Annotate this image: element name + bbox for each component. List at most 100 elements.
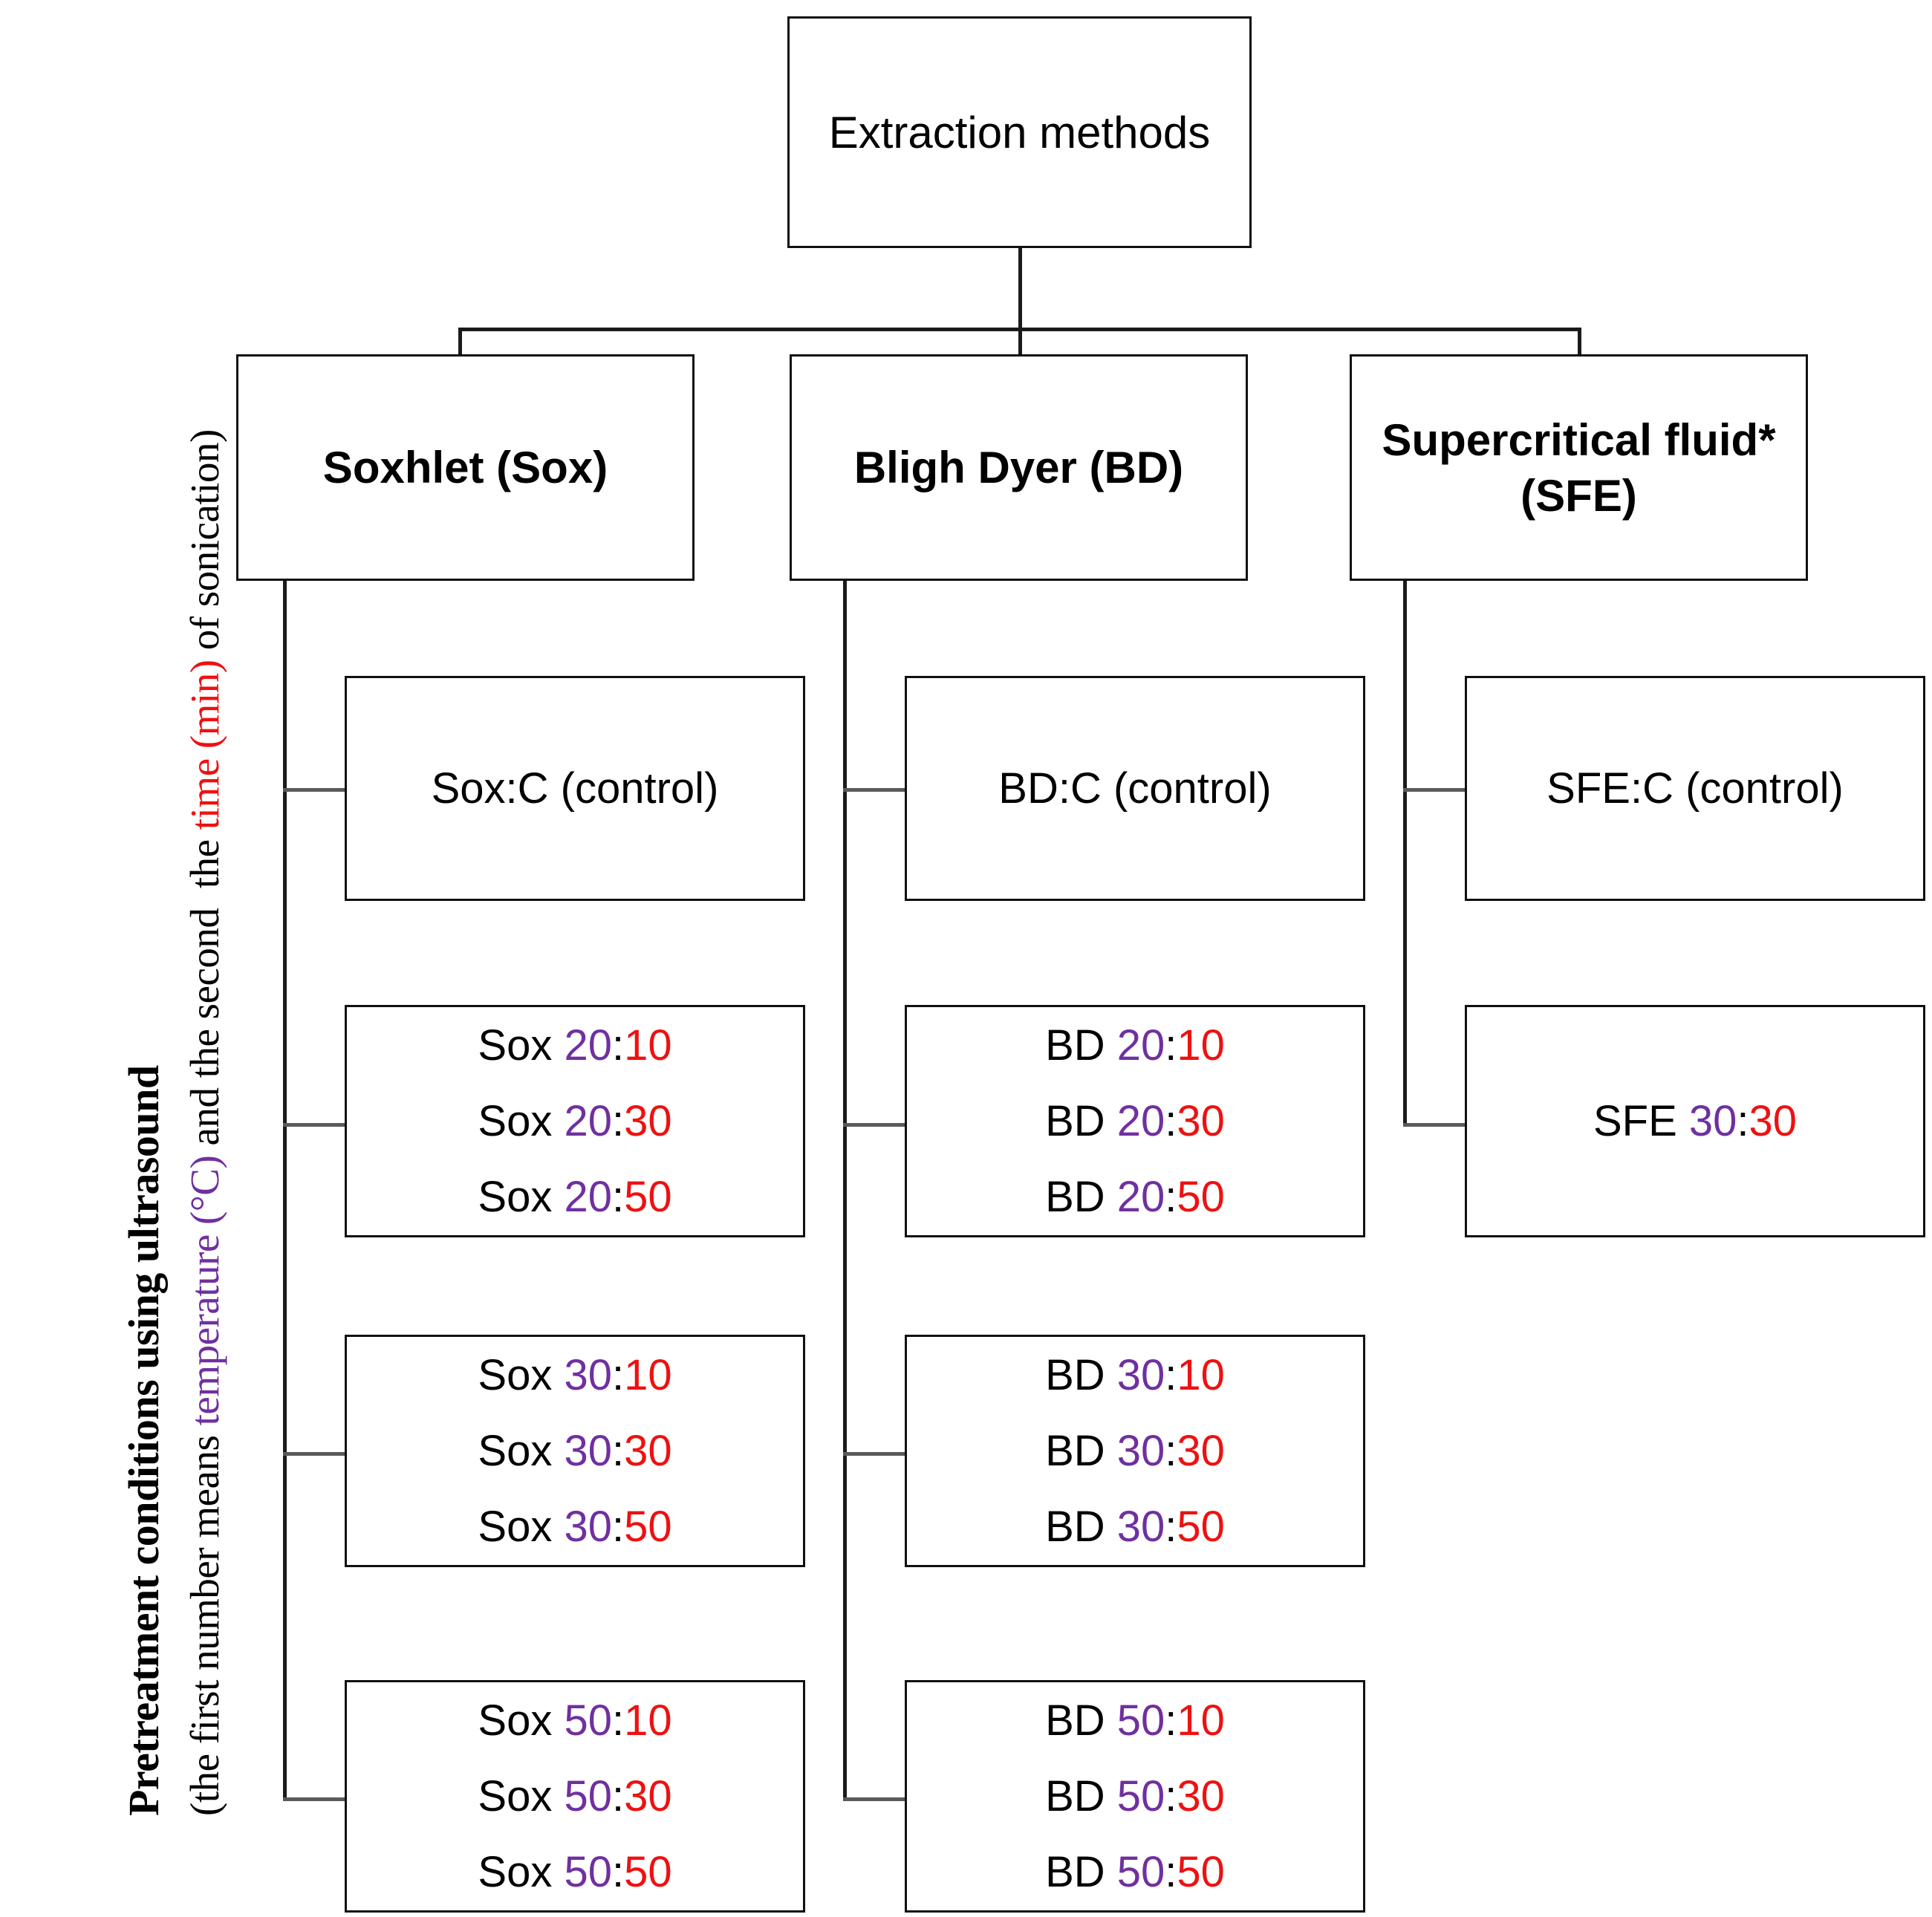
leaf-row-time: 30	[1749, 1096, 1798, 1145]
leaf-row-separator: :	[611, 1847, 625, 1896]
stub-sfe-30	[1403, 1123, 1466, 1127]
root-box-label: Extraction methods	[828, 107, 1211, 157]
method-box-supercritical-fluid[interactable]: Supercritical fluid* (SFE)	[1350, 354, 1808, 581]
stub-sox-20	[283, 1123, 346, 1127]
leaf-row-temperature: 20	[564, 1021, 612, 1070]
stub-sox-50	[283, 1797, 346, 1801]
side-caption-time: time (min)	[182, 660, 227, 830]
leaf-row-temperature: 30	[1116, 1502, 1165, 1551]
leaf-row-time: 30	[624, 1096, 672, 1145]
connector-to-sox	[458, 328, 462, 354]
stub-sox-30	[283, 1452, 346, 1456]
leaf-row-label: Sox:C (control)	[431, 764, 719, 813]
stub-sfe-control	[1403, 788, 1466, 792]
trunk-sox	[283, 579, 287, 1801]
leaf-box-sox-50[interactable]: Sox 50: 10 Sox 50:30 Sox 50:50	[345, 1680, 805, 1913]
leaf-row-temperature: 20	[1116, 1021, 1165, 1070]
leaf-box-bd-20[interactable]: BD 20:10 BD 20:30 BD 20:50	[905, 1005, 1365, 1237]
leaf-row-time: 10	[1177, 1021, 1225, 1070]
leaf-box-sox-30[interactable]: Sox 30:10 Sox 30:30 Sox 30:50	[345, 1335, 805, 1567]
leaf-row-prefix: Sox	[478, 1096, 565, 1145]
leaf-row-prefix: BD	[1045, 1426, 1117, 1475]
leaf-row-temperature: 20	[564, 1172, 612, 1221]
leaf-row-temperature: 30	[1688, 1096, 1737, 1145]
leaf-box-sfe-30[interactable]: SFE 30:30	[1465, 1005, 1925, 1237]
leaf-row-time: 50	[624, 1172, 672, 1221]
leaf-row-prefix: Sox	[478, 1696, 565, 1745]
leaf-row-temperature: 50	[564, 1771, 612, 1820]
leaf-row-prefix: Sox	[478, 1847, 565, 1896]
leaf-row-time: 50	[1177, 1847, 1225, 1896]
leaf-box-bd-control[interactable]: BD:C (control)	[905, 676, 1365, 901]
method-box-soxhlet[interactable]: Soxhlet (Sox)	[236, 354, 695, 581]
leaf-row-label: BD:C (control)	[998, 764, 1272, 813]
leaf-row-time: 50	[1177, 1172, 1225, 1221]
leaf-row-prefix: Sox	[478, 1771, 565, 1820]
leaf-row-time: 50	[1177, 1502, 1225, 1551]
leaf-row-separator: :	[611, 1502, 625, 1551]
leaf-row-separator: :	[1165, 1172, 1177, 1221]
leaf-row: Sox 20:50	[478, 1172, 672, 1221]
leaf-row-temperature: 30	[564, 1502, 612, 1551]
leaf-box-bd-30[interactable]: BD 30:10 BD 30:30 BD 30:50	[905, 1335, 1365, 1567]
leaf-row: Sox 50:30	[478, 1771, 672, 1820]
leaf-box-sox-control[interactable]: Sox:C (control)	[345, 676, 805, 901]
side-caption-prefix-2: the	[182, 830, 227, 889]
leaf-row-separator: :	[1165, 1350, 1177, 1399]
connector-root-down	[1018, 247, 1022, 330]
method-box-soxhlet-label: Soxhlet (Sox)	[322, 443, 608, 492]
method-box-sfe-label-line1: Supercritical fluid*	[1382, 414, 1776, 465]
leaf-row-separator: :	[1165, 1426, 1177, 1475]
leaf-row-separator: :	[1165, 1021, 1177, 1070]
leaf-row-separator: :	[1165, 1502, 1177, 1551]
flowchart-canvas: Pretreatment conditions using ultrasound…	[0, 0, 1932, 1917]
leaf-row: BD 20:50	[1045, 1172, 1225, 1221]
leaf-row-temperature: 30	[1116, 1350, 1165, 1399]
stub-bd-20	[843, 1123, 906, 1127]
root-box-extraction-methods[interactable]: Extraction methods	[787, 16, 1252, 248]
leaf-row: Sox 30:50	[478, 1502, 671, 1551]
leaf-box-bd-50[interactable]: BD 50:10 BD 50:30 BD 50:50	[905, 1680, 1365, 1913]
leaf-row-prefix: Sox	[478, 1172, 565, 1221]
method-box-sfe-label-line2: (SFE)	[1520, 470, 1637, 521]
leaf-row-temperature: 50	[564, 1696, 612, 1745]
leaf-row: SFE 30:30	[1593, 1096, 1798, 1145]
leaf-row-temperature: 50	[564, 1847, 612, 1896]
leaf-row-prefix: BD	[1045, 1172, 1117, 1221]
leaf-row-separator: :	[1165, 1696, 1177, 1745]
leaf-row-prefix: BD	[1045, 1021, 1117, 1070]
leaf-row-separator: :	[611, 1096, 625, 1145]
leaf-row-temperature: 50	[1116, 1696, 1165, 1745]
leaf-row: Sox 50:50	[478, 1847, 671, 1896]
leaf-box-sox-20[interactable]: Sox 20:10 Sox 20:30 Sox 20:50	[345, 1005, 805, 1237]
leaf-row-time: 10	[624, 1696, 672, 1745]
leaf-row-separator: :	[1165, 1771, 1177, 1820]
leaf-row: BD:C (control)	[998, 767, 1271, 810]
leaf-row: Sox 20:10	[478, 1021, 671, 1070]
leaf-row-prefix: Sox	[478, 1021, 565, 1070]
leaf-box-sfe-control[interactable]: SFE:C (control)	[1465, 676, 1925, 901]
connector-to-sfe	[1578, 328, 1581, 354]
leaf-row: BD 30:10	[1045, 1350, 1225, 1399]
leaf-row-prefix: BD	[1045, 1350, 1117, 1399]
leaf-row-prefix: SFE	[1593, 1096, 1689, 1145]
side-caption-prefix: (the first number means	[182, 1425, 227, 1816]
leaf-row-separator: :	[611, 1021, 625, 1070]
leaf-row-temperature: 50	[1116, 1771, 1165, 1820]
side-caption-middle: and the second	[182, 908, 227, 1156]
leaf-row-time: 30	[1177, 1426, 1225, 1475]
leaf-row: Sox 30:30	[478, 1429, 671, 1473]
trunk-sfe	[1403, 579, 1407, 1125]
leaf-row-separator: :	[1165, 1096, 1177, 1145]
leaf-row-time: 10	[1177, 1696, 1225, 1745]
side-caption-temperature: temperature (°C)	[182, 1155, 227, 1426]
leaf-row-prefix: BD	[1045, 1847, 1117, 1896]
method-box-bligh-dyer[interactable]: Bligh Dyer (BD)	[790, 354, 1248, 581]
leaf-row-separator: :	[611, 1172, 625, 1221]
trunk-bd	[843, 579, 847, 1801]
leaf-row-time: 30	[624, 1771, 672, 1820]
leaf-row-label: SFE:C (control)	[1546, 764, 1844, 813]
leaf-row: BD 20:10	[1045, 1021, 1225, 1070]
stub-bd-30	[843, 1452, 906, 1456]
side-caption-break	[182, 888, 227, 908]
